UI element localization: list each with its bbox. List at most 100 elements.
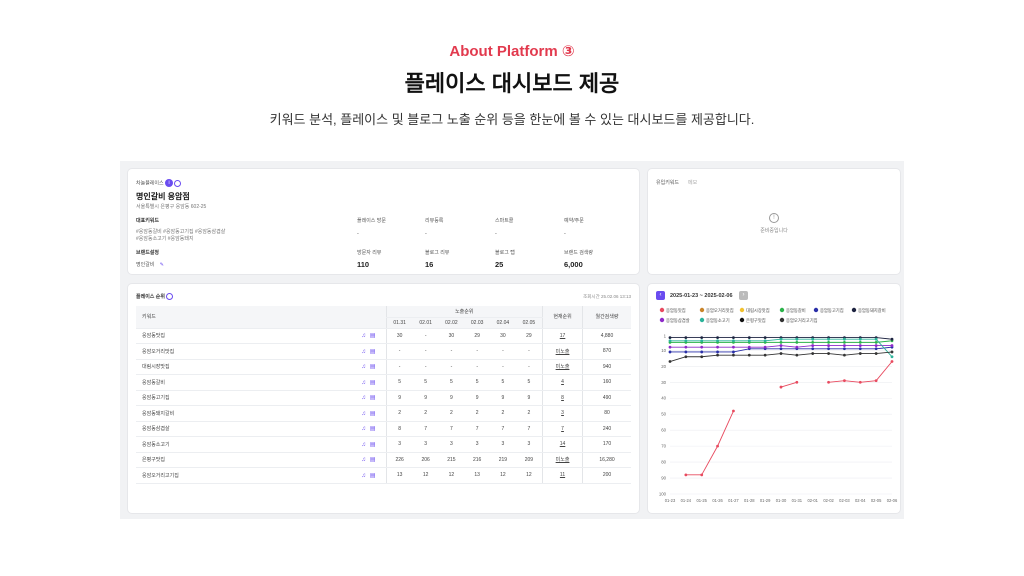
row-action-icons[interactable]: ♫▤: [361, 379, 379, 386]
row-action-icons[interactable]: ♫▤: [361, 441, 379, 448]
data-point: [811, 347, 815, 351]
current-rank-link[interactable]: 17: [542, 328, 583, 344]
trash-icon[interactable]: ▤: [370, 349, 380, 355]
brand-label: 브랜드설정: [136, 250, 160, 256]
data-point: [874, 337, 878, 341]
series-line: [780, 381, 797, 388]
bell-icon[interactable]: ♫: [361, 442, 370, 448]
add-circle-icon[interactable]: [174, 179, 182, 187]
stat-value: 6,000: [564, 260, 583, 269]
row-keyword: 응암동맛집 ♫▤: [136, 328, 386, 344]
table-row: 응암동삼겹살 ♫▤ 8 7 7 7 7 7 7 240: [136, 421, 631, 437]
rank-cell: -: [438, 359, 465, 375]
data-point: [747, 339, 751, 343]
data-point: [684, 350, 688, 354]
col-date: 02.03: [464, 317, 491, 329]
stat-label: 브랜드 검색량: [564, 250, 593, 256]
series-line: [828, 361, 893, 383]
row-action-icons[interactable]: ♫▤: [361, 394, 379, 401]
rank-cell: 7: [515, 421, 543, 437]
bell-icon[interactable]: ♫: [361, 426, 370, 432]
data-point: [827, 337, 830, 341]
place-address: 서울특별시 은평구 응암동 602-25: [136, 204, 207, 210]
data-point: [811, 352, 815, 355]
bell-icon[interactable]: ♫: [361, 473, 370, 479]
current-rank-link[interactable]: 미노출: [542, 359, 583, 375]
bell-icon[interactable]: ♫: [361, 411, 370, 417]
current-rank-link[interactable]: 미노출: [542, 452, 583, 468]
trash-icon[interactable]: ▤: [370, 380, 380, 386]
rank-cell: 5: [438, 374, 465, 391]
data-point: [763, 336, 767, 339]
y-tick-label: 80: [661, 460, 666, 465]
edit-pencil-icon[interactable]: ✎: [160, 262, 164, 268]
bell-icon[interactable]: ♫: [361, 380, 370, 386]
x-tick-label: 02-01: [807, 498, 818, 503]
row-action-icons[interactable]: ♫▤: [361, 425, 379, 432]
bell-icon[interactable]: ♫: [361, 395, 370, 401]
x-tick-label: 01-24: [681, 498, 692, 503]
data-point: [858, 344, 862, 347]
trash-icon[interactable]: ▤: [370, 411, 380, 417]
data-point: [874, 379, 878, 383]
y-tick-label: 50: [661, 412, 666, 417]
tab-inflow-keyword[interactable]: 유입키워드: [656, 179, 679, 186]
row-action-icons[interactable]: ♫▤: [361, 410, 379, 417]
rank-cell: 29: [464, 328, 491, 344]
current-rank-link[interactable]: 3: [542, 405, 583, 422]
legend-label: 은평구맛집: [746, 317, 766, 324]
y-tick-label: 60: [661, 428, 666, 433]
rank-cell: -: [412, 343, 439, 360]
legend-label: 응암오거리맛집: [706, 307, 734, 314]
rank-header: 플레이스 순위: [136, 293, 174, 301]
rank-cell: 5: [412, 374, 439, 391]
trash-icon[interactable]: ▤: [370, 364, 380, 370]
data-point: [858, 352, 862, 355]
data-point: [716, 353, 719, 357]
current-rank-link[interactable]: 11: [542, 467, 583, 484]
rank-line-chart: 응암동맛집 응암오거리맛집 대림시장맛집 응암동갈비 응암동고기집 응암동돼지갈비응암동삼…: [659, 307, 898, 503]
col-date: 02.02: [438, 317, 465, 329]
rank-cell: 206: [412, 452, 439, 468]
bell-icon[interactable]: ♫: [361, 457, 370, 463]
current-rank-link[interactable]: 4: [542, 374, 583, 391]
table-row: 응암오거리맛집 ♫▤ - - - - - - 미노출 870: [136, 343, 631, 360]
trash-icon[interactable]: ▤: [370, 395, 380, 401]
row-action-icons[interactable]: ♫▤: [361, 332, 379, 339]
bell-icon[interactable]: ♫: [361, 364, 370, 370]
trash-icon[interactable]: ▤: [370, 426, 380, 432]
rank-cell: -: [515, 343, 543, 360]
rank-cell: 9: [438, 390, 465, 406]
bell-icon[interactable]: ♫: [361, 349, 370, 355]
trash-icon[interactable]: ▤: [370, 457, 380, 463]
tab-memo[interactable]: 메모: [688, 179, 697, 186]
trash-icon[interactable]: ▤: [370, 442, 380, 448]
data-point: [747, 353, 751, 357]
add-circle-icon[interactable]: [166, 293, 174, 301]
x-tick-label: 01-28: [744, 498, 755, 503]
info-icon: !: [769, 213, 779, 223]
row-keyword: 응암오거리맛집 ♫▤: [136, 343, 386, 360]
table-row: 응암동돼지갈비 ♫▤ 2 2 2 2 2 2 3 80: [136, 405, 631, 422]
stat-value: -: [357, 231, 359, 237]
trash-icon[interactable]: ▤: [370, 473, 380, 479]
row-action-icons[interactable]: ♫▤: [361, 472, 379, 479]
bell-icon[interactable]: ♫: [361, 333, 370, 339]
data-point: [763, 339, 767, 343]
rank-cell: -: [385, 359, 413, 375]
current-rank-link[interactable]: 미노출: [542, 343, 583, 360]
row-action-icons[interactable]: ♫▤: [361, 348, 379, 355]
trash-icon[interactable]: ▤: [370, 333, 380, 339]
dashboard-preview: 차놀플레이스 i 명인갈비 응암점 서울특별시 은평구 응암동 602-25 대…: [120, 161, 904, 519]
data-point: [700, 336, 704, 339]
data-point: [874, 340, 878, 344]
col-date: 01.31: [385, 317, 413, 329]
row-action-icons[interactable]: ♫▤: [361, 456, 379, 463]
legend-marker: [779, 307, 785, 313]
current-rank-link[interactable]: 7: [542, 421, 583, 437]
row-action-icons[interactable]: ♫▤: [361, 363, 379, 370]
inflow-keyword-card: 유입키워드 메모 ! 준비중입니다: [648, 169, 900, 274]
current-rank-link[interactable]: 8: [542, 390, 583, 406]
keyword-text: 은평구맛집: [142, 457, 166, 464]
current-rank-link[interactable]: 14: [542, 436, 583, 453]
